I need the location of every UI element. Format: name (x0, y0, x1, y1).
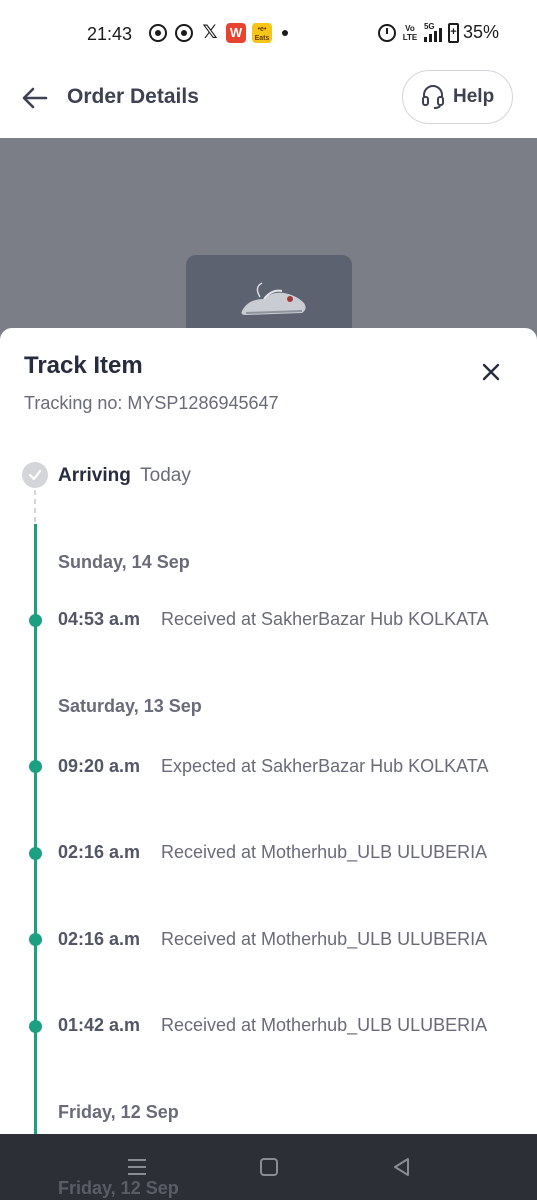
network-type: 5G (423, 21, 435, 31)
event-description: Expected at SakherBazar Hub KOLKATA (161, 756, 489, 776)
app-bar: Order Details Help (0, 68, 537, 138)
back-arrow-icon[interactable] (20, 83, 50, 113)
whatsapp-icon (148, 23, 168, 43)
back-triangle-icon[interactable] (392, 1157, 412, 1177)
timeline-dot (29, 933, 42, 946)
battery-percent: 35% (462, 22, 499, 42)
system-icons: VoLTE 5G 35% (377, 21, 499, 43)
headset-icon (422, 85, 444, 109)
arriving-status: Arriving Today (58, 465, 191, 487)
whatsapp-icon (174, 23, 194, 43)
signal-icon: 5G (423, 21, 442, 42)
sneaker-image (241, 282, 306, 315)
timeline-pending-connector (34, 490, 36, 526)
event-time: 02:16 a.m (58, 842, 141, 862)
track-item-sheet: Track Item Tracking no: MYSP1286945647 A… (0, 328, 537, 1134)
timeline-dot (29, 614, 42, 627)
system-navigation-bar: Friday, 12 Sep (0, 1134, 537, 1200)
alarm-icon (377, 23, 396, 42)
status-time: 21:43 (87, 24, 133, 44)
notification-icons: 𝕏 W •e• Eats (148, 23, 288, 43)
tracking-timeline: Arriving Today Sunday, 14 Sep 04:53 a.m … (0, 328, 537, 1134)
event-time: 04:53 a.m (58, 609, 141, 629)
help-button[interactable]: Help (402, 70, 513, 124)
event-description: Received at Motherhub_ULB ULUBERIA (161, 842, 488, 862)
event-description: Received at Motherhub_ULB ULUBERIA (161, 1015, 488, 1035)
eats-icon: •e• Eats (252, 23, 272, 43)
page-title: Order Details (67, 85, 199, 108)
x-icon: 𝕏 (202, 22, 218, 43)
check-icon (22, 462, 48, 488)
backdrop-overlay[interactable] (0, 138, 537, 358)
volte-icon: Vo LTE (402, 23, 418, 42)
timeline-dot (29, 847, 42, 860)
home-icon[interactable] (260, 1158, 278, 1176)
help-label: Help (453, 86, 495, 107)
arriving-label: Arriving (58, 465, 131, 486)
event-time: 02:16 a.m (58, 929, 141, 949)
event-description: Received at SakherBazar Hub KOLKATA (161, 609, 489, 629)
arriving-value: Today (140, 465, 191, 486)
event-time: 01:42 a.m (58, 1015, 141, 1035)
event-description: Received at Motherhub_ULB ULUBERIA (161, 929, 488, 949)
date-header: Saturday, 13 Sep (58, 696, 202, 716)
timeline-dot (29, 1020, 42, 1033)
recent-apps-icon[interactable] (127, 1158, 147, 1176)
date-header: Friday, 12 Sep (58, 1102, 179, 1122)
battery-icon (447, 22, 459, 43)
date-header: Sunday, 14 Sep (58, 552, 190, 572)
dot-icon (282, 30, 288, 36)
event-time: 09:20 a.m (58, 756, 141, 776)
wps-office-icon: W (226, 23, 246, 43)
scrolled-date-header: Friday, 12 Sep (58, 1178, 179, 1198)
status-bar: 21:43 𝕏 W •e•Eats VoLTE 5G 35% (0, 0, 537, 68)
timeline-dot (29, 760, 42, 773)
